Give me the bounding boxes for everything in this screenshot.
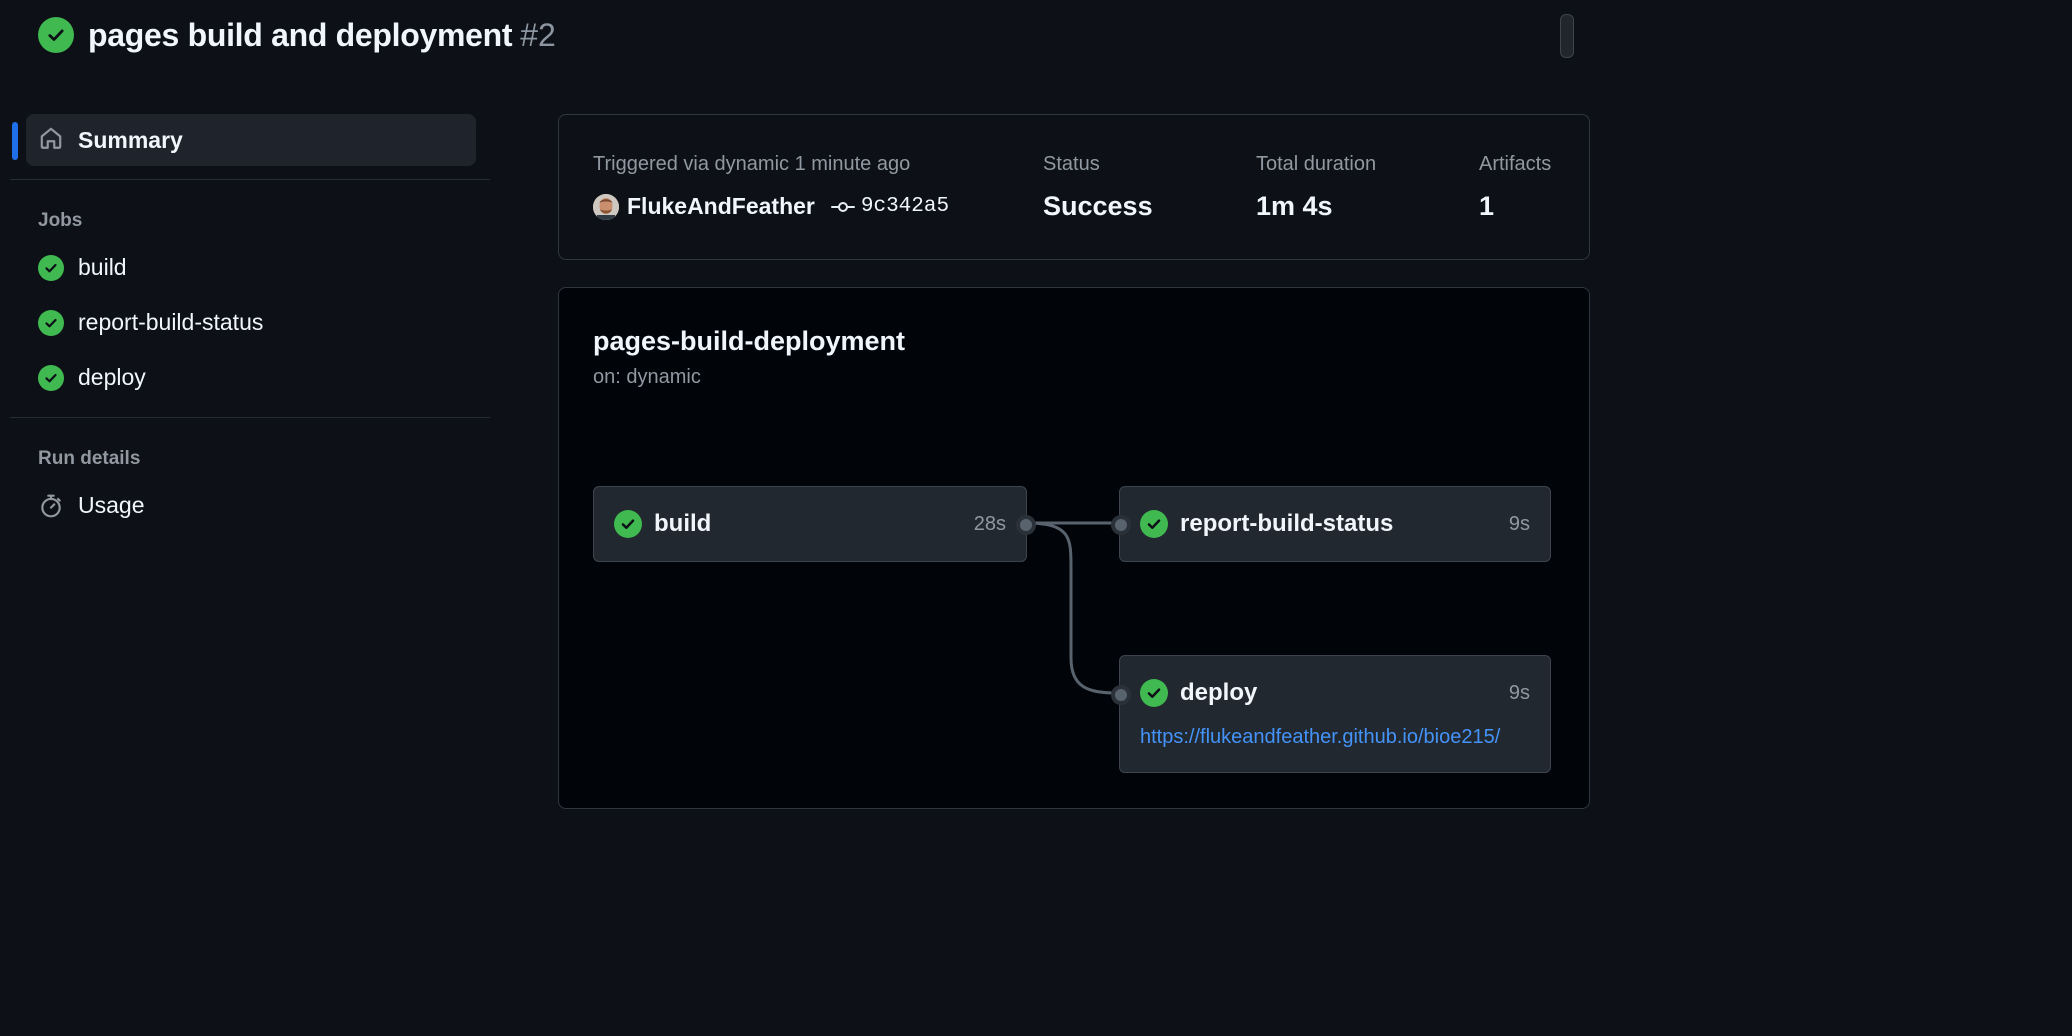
job-input-port: [1111, 515, 1131, 535]
sidebar-item-label: report-build-status: [78, 309, 264, 335]
actor-row: FlukeAndFeather 9c342a5: [593, 193, 949, 220]
check-circle-fill-icon: [38, 309, 64, 336]
job-duration: 9s: [1508, 681, 1530, 704]
sidebar-item-deploy[interactable]: deploy: [38, 350, 492, 405]
workflow-graph-card: pages-build-deployment on: dynamic build…: [558, 287, 1590, 809]
check-circle-fill-icon: [38, 17, 74, 53]
sidebar-item-label: Summary: [78, 126, 183, 153]
avatar[interactable]: [593, 193, 619, 220]
job-node-build[interactable]: build 28s: [593, 486, 1027, 562]
sidebar-item-report-build-status[interactable]: report-build-status: [38, 295, 492, 350]
status-label: Status: [1043, 153, 1100, 175]
run-header: pages build and deployment #2: [38, 14, 556, 56]
job-node-deploy[interactable]: deploy 9s https://flukeandfeather.github…: [1119, 655, 1551, 773]
job-node-report-build-status[interactable]: report-build-status 9s: [1119, 486, 1551, 562]
section-title-run-details: Run details: [38, 448, 141, 469]
check-circle-fill-icon: [614, 510, 642, 538]
check-circle-fill-icon: [1140, 679, 1168, 707]
job-name: report-build-status: [1180, 510, 1394, 537]
header-action-button[interactable]: [1560, 14, 1574, 58]
commit-sha-link[interactable]: 9c342a5: [861, 195, 949, 218]
job-name: deploy: [1180, 679, 1258, 706]
divider: [10, 179, 490, 180]
home-icon: [38, 125, 64, 156]
check-circle-fill-icon: [38, 254, 64, 281]
job-duration: 28s: [973, 512, 1006, 535]
sidebar-item-usage[interactable]: Usage: [38, 478, 492, 533]
artifacts-value[interactable]: 1: [1479, 191, 1494, 222]
git-commit-icon: [830, 199, 855, 215]
job-name: build: [654, 510, 712, 537]
status-value: Success: [1043, 191, 1153, 221]
artifacts-label: Artifacts: [1479, 153, 1552, 175]
job-input-port: [1111, 685, 1131, 705]
check-circle-fill-icon: [38, 364, 64, 391]
sidebar-item-summary[interactable]: Summary: [26, 114, 476, 166]
deployment-url-link[interactable]: https://flukeandfeather.github.io/bioe21…: [1140, 726, 1528, 749]
divider: [10, 417, 490, 418]
check-circle-fill-icon: [1140, 510, 1168, 538]
duration-value: 1m 4s: [1256, 191, 1333, 221]
actor-link[interactable]: FlukeAndFeather: [627, 193, 815, 220]
run-summary-card: Triggered via dynamic 1 minute ago Fluke…: [558, 114, 1590, 260]
trigger-text: Triggered via dynamic 1 minute ago: [593, 153, 911, 175]
active-indicator: [12, 122, 18, 160]
sidebar-item-label: Usage: [78, 492, 145, 518]
stopwatch-icon: [38, 493, 64, 519]
sidebar-item-label: build: [78, 254, 127, 280]
page-title: pages build and deployment: [88, 16, 513, 53]
sidebar: Summary Jobs build report-build-status d…: [10, 110, 492, 533]
job-duration: 9s: [1508, 512, 1530, 535]
sidebar-item-build[interactable]: build: [38, 240, 492, 295]
sidebar-item-label: deploy: [78, 364, 146, 390]
job-output-port: [1016, 515, 1036, 535]
duration-label: Total duration: [1256, 153, 1377, 175]
run-number: #2: [520, 16, 556, 53]
section-title-jobs: Jobs: [38, 210, 83, 231]
